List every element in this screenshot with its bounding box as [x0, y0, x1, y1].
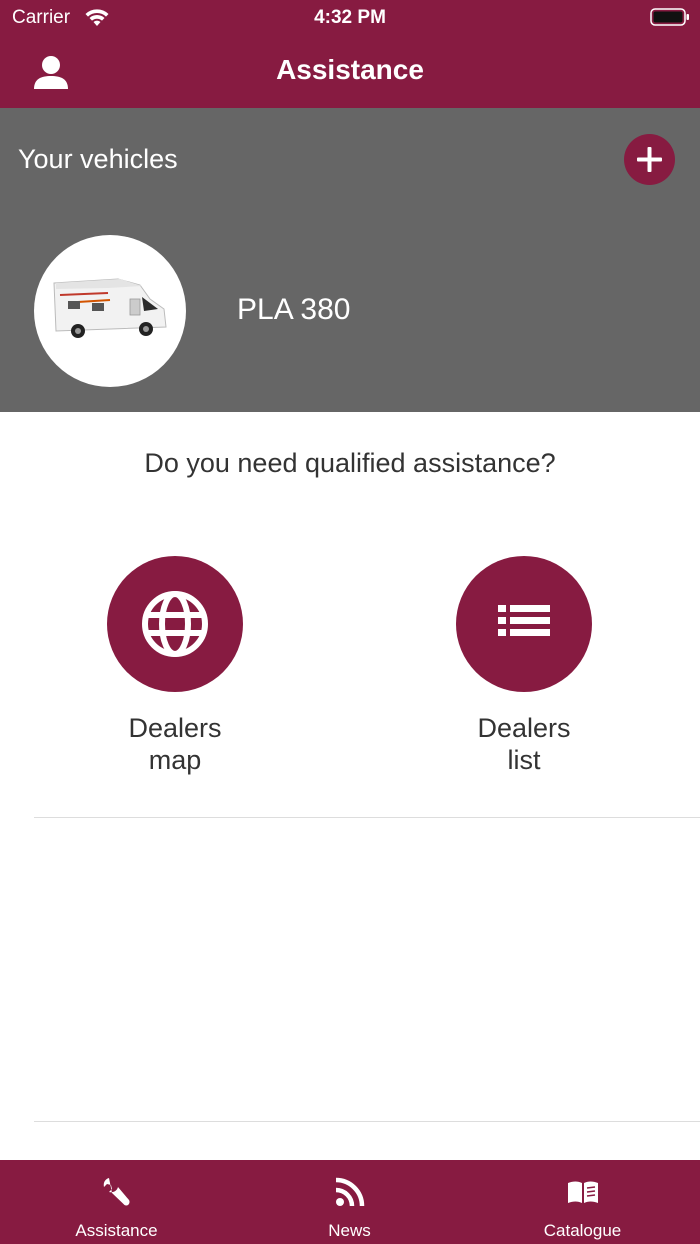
battery-icon: [650, 8, 689, 26]
tab-assistance-label: Assistance: [75, 1221, 158, 1240]
dealers-list-label-line2: list: [507, 745, 541, 775]
dealers-list-label: Dealers list: [424, 712, 624, 776]
vehicle-name: PLA 380: [237, 293, 351, 326]
globe-icon: [142, 591, 208, 657]
dealers-list-label-line1: Dealers: [477, 713, 571, 743]
status-time: 4:32 PM: [314, 7, 386, 28]
divider: [34, 817, 700, 818]
dealers-map-label: Dealers map: [75, 712, 275, 776]
dealers-list-button[interactable]: Dealers list: [424, 556, 624, 776]
tab-assistance[interactable]: Assistance: [0, 1160, 233, 1244]
plus-icon: [637, 147, 662, 172]
rss-icon: [335, 1177, 365, 1207]
vehicle-photo: [34, 235, 186, 387]
dealers-map-button[interactable]: Dealers map: [75, 556, 275, 776]
dealers-map-label-line2: map: [148, 745, 202, 775]
dealers-map-circle[interactable]: [107, 556, 243, 692]
divider: [34, 1121, 700, 1122]
page-title: Assistance: [276, 54, 424, 85]
vehicles-section: Your vehicles PLA 380: [0, 108, 700, 412]
dealers-list-circle[interactable]: [456, 556, 592, 692]
add-vehicle-button[interactable]: [624, 134, 675, 185]
tab-news[interactable]: News: [233, 1160, 466, 1244]
dealers-map-label-line1: Dealers: [128, 713, 222, 743]
book-icon: [568, 1181, 598, 1203]
assistance-question: Do you need qualified assistance?: [144, 448, 556, 478]
wrench-icon: [103, 1178, 130, 1206]
tab-bar: Assistance News Catalogue: [0, 1160, 700, 1244]
tab-news-label: News: [328, 1221, 371, 1240]
tab-catalogue[interactable]: Catalogue: [466, 1160, 699, 1244]
motorhome-image: [53, 278, 167, 338]
vehicles-title: Your vehicles: [18, 144, 178, 174]
list-icon: [498, 605, 550, 636]
header: Carrier 4:32 PM Assistance: [0, 0, 700, 108]
tab-catalogue-label: Catalogue: [543, 1221, 622, 1240]
